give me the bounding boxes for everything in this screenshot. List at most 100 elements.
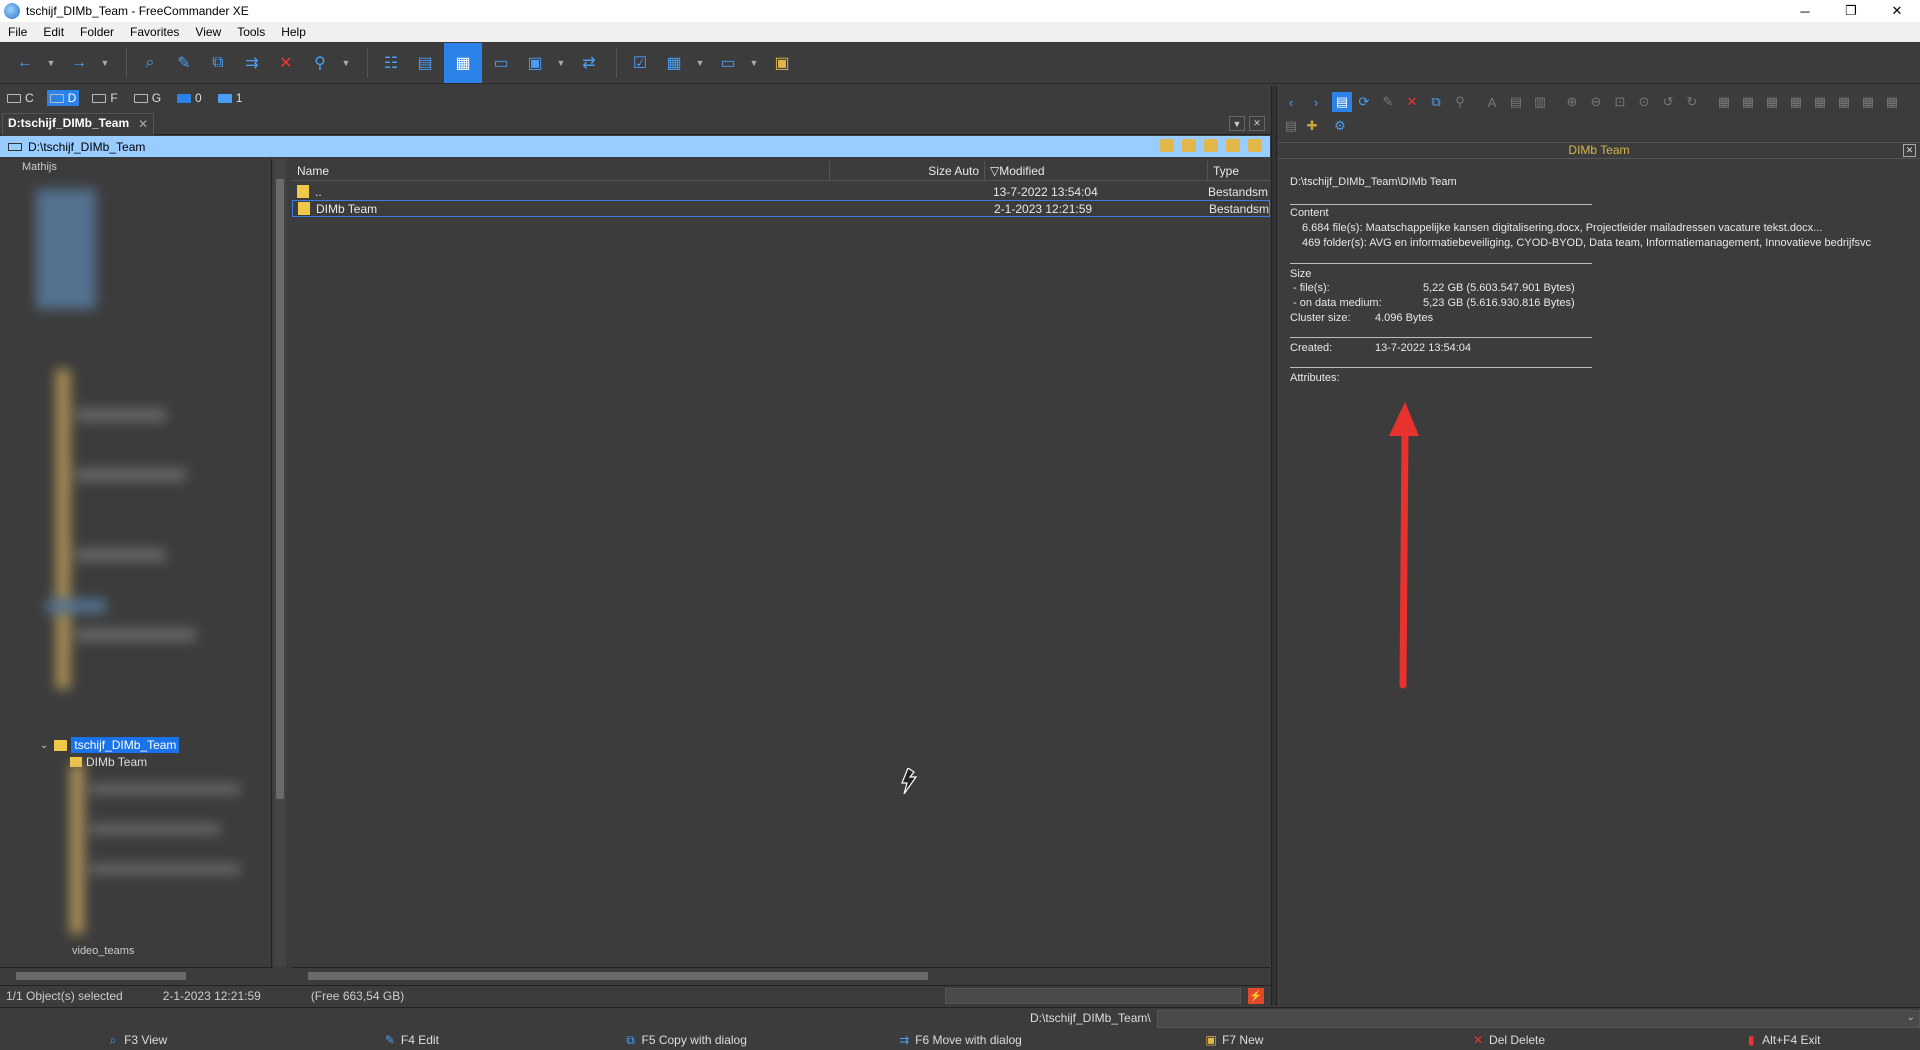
alt-f4-exit-button[interactable]: ▮ Alt+F4 Exit (1646, 1030, 1920, 1050)
root-folder-icon[interactable] (1226, 139, 1240, 152)
menu-folder[interactable]: Folder (72, 25, 122, 39)
chevron-down-icon[interactable]: ⌄ (40, 740, 48, 751)
back-arrow-icon[interactable]: ← (10, 48, 40, 78)
zoom-out-icon[interactable]: ⊖ (1588, 94, 1604, 110)
settings-folder-icon[interactable]: ▣ (767, 48, 797, 78)
layout-icon[interactable]: ▣ (520, 48, 550, 78)
font-icon[interactable]: A (1484, 94, 1500, 110)
maximize-button[interactable]: ❐ (1828, 0, 1874, 22)
rotate-right-icon[interactable]: ↻ (1684, 94, 1700, 110)
text-view-icon[interactable]: ▤ (1508, 94, 1524, 110)
view-mode-2-icon[interactable]: ▦ (1740, 94, 1756, 110)
scrollbar-thumb[interactable] (308, 972, 928, 980)
minimize-button[interactable]: ─ (1782, 0, 1828, 22)
copy-path-icon[interactable] (1248, 139, 1262, 152)
menu-view[interactable]: View (187, 25, 229, 39)
drive-g[interactable]: G (131, 90, 164, 106)
history-icon[interactable] (1160, 139, 1174, 152)
tab-close-all-icon[interactable]: ✕ (1249, 116, 1265, 131)
menu-tools[interactable]: Tools (229, 25, 273, 39)
drive-0[interactable]: 0 (174, 90, 205, 106)
column-modified[interactable]: ▽Modified (985, 161, 1208, 181)
list-horizontal-scrollbar[interactable] (292, 967, 1270, 983)
checklist-icon[interactable]: ☑ (625, 48, 655, 78)
parent-folder-icon[interactable] (1204, 139, 1218, 152)
command-line-input[interactable]: ⌄ (1157, 1010, 1920, 1028)
list-view-icon[interactable]: ▤ (410, 48, 440, 78)
file-list[interactable]: Name Size Auto ▽Modified Type .. 13-7-20… (292, 159, 1270, 967)
copy-icon[interactable]: ⧉ (203, 48, 233, 78)
monitor-dropdown-icon[interactable]: ▼ (747, 48, 761, 78)
delete-icon[interactable]: ✕ (271, 48, 301, 78)
refresh-icon[interactable]: ⟳ (1356, 94, 1372, 110)
zoom-actual-icon[interactable]: ⊙ (1636, 94, 1652, 110)
filter-input[interactable] (945, 988, 1241, 1004)
tab-dropdown-icon[interactable]: ▼ (1229, 116, 1245, 131)
binoculars-icon[interactable]: ⚲ (1452, 94, 1468, 110)
panels-icon[interactable]: ▦ (659, 48, 689, 78)
panel-splitter[interactable] (1271, 86, 1277, 1006)
forward-arrow-icon[interactable]: › (1308, 94, 1324, 110)
menu-help[interactable]: Help (273, 25, 314, 39)
rotate-left-icon[interactable]: ↺ (1660, 94, 1676, 110)
quickview-toggle-icon[interactable]: ▤ (1332, 92, 1352, 112)
view-mode-6-icon[interactable]: ▦ (1836, 94, 1852, 110)
filter-icon[interactable]: ⚡ (1248, 988, 1264, 1004)
document-icon[interactable]: ▤ (1283, 118, 1299, 134)
tab-current-folder[interactable]: D:tschijf_DIMb_Team ✕ (2, 113, 155, 135)
view-mode-7-icon[interactable]: ▦ (1860, 94, 1876, 110)
menu-favorites[interactable]: Favorites (122, 25, 187, 39)
view-mode-5-icon[interactable]: ▦ (1812, 94, 1828, 110)
column-name[interactable]: Name (292, 161, 830, 181)
view-mode-3-icon[interactable]: ▦ (1764, 94, 1780, 110)
path-bar[interactable]: D:\tschijf_DIMb_Team (0, 136, 1270, 157)
del-delete-button[interactable]: ✕ Del Delete (1371, 1030, 1645, 1050)
tree-vertical-scrollbar[interactable] (274, 159, 286, 967)
f7-new-button[interactable]: ▣ F7 New (1097, 1030, 1371, 1050)
scrollbar-thumb[interactable] (276, 179, 284, 799)
drive-d[interactable]: D (46, 90, 80, 106)
search-icon[interactable]: ⌕ (135, 48, 165, 78)
chevron-down-icon[interactable]: ⌄ (1907, 1012, 1915, 1023)
view-mode-8-icon[interactable]: ▦ (1884, 94, 1900, 110)
menu-file[interactable]: File (0, 25, 35, 39)
forward-dropdown-icon[interactable]: ▼ (98, 48, 112, 78)
f3-view-button[interactable]: ⌕ F3 View (0, 1030, 274, 1050)
edit-icon[interactable]: ✎ (169, 48, 199, 78)
monitor-icon[interactable]: ▭ (713, 48, 743, 78)
plugin-icon[interactable]: ✚ (1304, 118, 1320, 134)
list-row-selected[interactable]: DIMb Team 2-1-2023 12:21:59 Bestandsm (292, 200, 1270, 217)
menu-edit[interactable]: Edit (35, 25, 72, 39)
close-button[interactable]: ✕ (1874, 0, 1920, 22)
drive-f[interactable]: F (89, 90, 120, 106)
zoom-in-icon[interactable]: ⊕ (1564, 94, 1580, 110)
sync-icon[interactable]: ⇄ (574, 48, 604, 78)
zoom-fit-icon[interactable]: ⊡ (1612, 94, 1628, 110)
gear-icon[interactable]: ⚙ (1332, 118, 1348, 134)
move-icon[interactable]: ⇉ (237, 48, 267, 78)
edit-icon[interactable]: ✎ (1380, 94, 1396, 110)
quickview-close-icon[interactable]: ✕ (1903, 144, 1916, 157)
favorite-folder-icon[interactable] (1182, 139, 1196, 152)
column-size[interactable]: Size Auto (830, 161, 985, 181)
drive-1[interactable]: 1 (215, 90, 246, 106)
tree-node-selected[interactable]: ⌄ tschijf_DIMb_Team (40, 737, 180, 753)
column-type[interactable]: Type (1208, 161, 1270, 181)
tree-bottom-label[interactable]: video_teams (72, 945, 134, 957)
back-dropdown-icon[interactable]: ▼ (44, 48, 58, 78)
f5-copy-button[interactable]: ⧉ F5 Copy with dialog (549, 1030, 823, 1050)
f4-edit-button[interactable]: ✎ F4 Edit (274, 1030, 548, 1050)
folder-tree[interactable]: Mathijs ⌄ tschijf_DIMb_Team DIMb Team vi… (0, 159, 272, 967)
f6-move-button[interactable]: ⇉ F6 Move with dialog (823, 1030, 1097, 1050)
forward-arrow-icon[interactable]: → (64, 48, 94, 78)
list-row-parent[interactable]: .. 13-7-2022 13:54:04 Bestandsm (292, 183, 1270, 200)
layout-dropdown-icon[interactable]: ▼ (554, 48, 568, 78)
tab-close-icon[interactable]: ✕ (138, 117, 148, 131)
view-mode-4-icon[interactable]: ▦ (1788, 94, 1804, 110)
drive-c[interactable]: C (4, 90, 37, 106)
tree-horizontal-scrollbar[interactable] (0, 967, 272, 983)
tree-view-icon[interactable]: ☷ (376, 48, 406, 78)
view-mode-1-icon[interactable]: ▦ (1716, 94, 1732, 110)
details-view-icon[interactable]: ▦ (444, 42, 482, 83)
binary-view-icon[interactable]: ▥ (1532, 94, 1548, 110)
